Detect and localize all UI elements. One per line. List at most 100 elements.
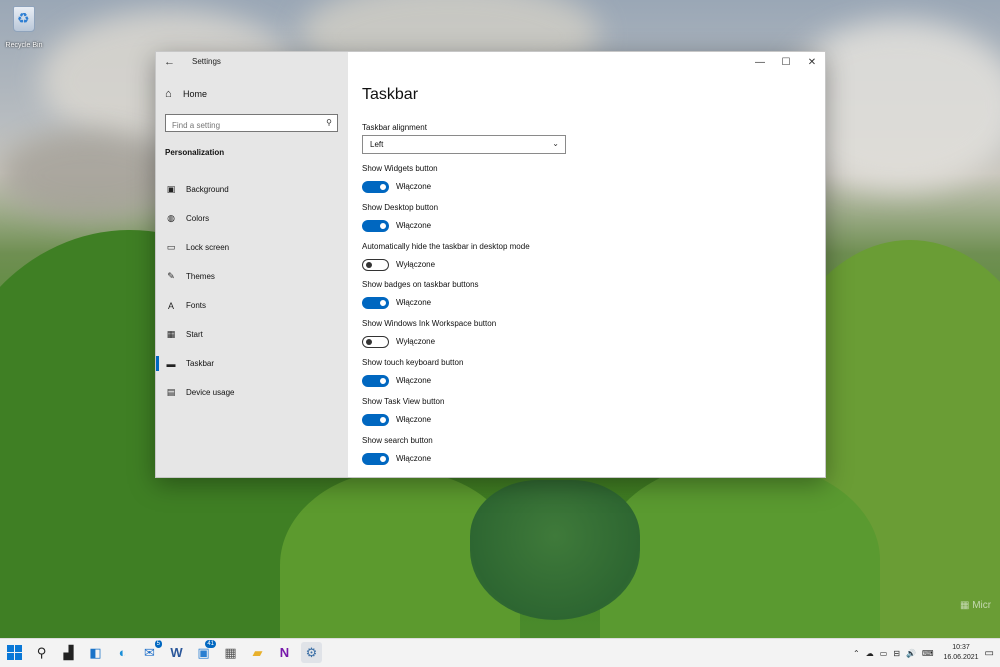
sidebar-item-themes[interactable]: ✎ Themes <box>156 262 348 291</box>
alignment-value: Left <box>370 140 384 149</box>
start-icon[interactable] <box>4 642 25 663</box>
sidebar-nav: ▣ Background ◍ Colors ▭ Lock screen ✎ Themes A Fo… <box>156 175 348 407</box>
setting-toggle[interactable] <box>362 452 389 465</box>
setting-label: Show search button <box>362 435 433 445</box>
setting-label: Show touch keyboard button <box>362 358 464 367</box>
toggle-knob <box>380 184 386 190</box>
sidebar-item-label: Background <box>186 185 229 194</box>
onedrive-icon[interactable]: ☁ <box>866 649 874 658</box>
toggle-knob <box>366 339 372 346</box>
recycle-bin-icon <box>13 6 35 32</box>
start-icon: ▦ <box>166 329 176 339</box>
sidebar-item-fonts[interactable]: A Fonts <box>156 291 348 320</box>
setting-label: Show Task View button <box>362 396 445 406</box>
calculator-icon[interactable]: ▦ <box>220 642 241 663</box>
image-icon: ▣ <box>166 184 176 194</box>
setting-toggle[interactable] <box>362 336 389 349</box>
home-label: Home <box>183 89 208 99</box>
sidebar-item-label: Taskbar <box>186 359 215 368</box>
minimize-button[interactable]: — <box>747 52 773 72</box>
sidebar-item-label: Themes <box>186 272 215 281</box>
search-box[interactable]: ⚲ <box>165 114 338 134</box>
battery-icon[interactable]: ▭ <box>880 649 888 658</box>
notification-badge: 5 <box>154 640 162 648</box>
volume-icon[interactable]: 🔊 <box>906 649 916 658</box>
recycle-bin-desktop-icon[interactable]: Recycle Bin <box>4 4 44 52</box>
search-icon[interactable]: ⚲ <box>326 118 332 127</box>
sidebar-item-label: Start <box>186 330 203 339</box>
clock-date: 16.06.2021 <box>943 654 979 661</box>
mail-icon-glyph: ✉ <box>144 644 155 660</box>
toggle-knob <box>366 261 372 268</box>
sidebar-item-background[interactable]: ▣ Background <box>156 175 348 204</box>
sidebar-item-lock-screen[interactable]: ▭ Lock screen <box>156 233 348 262</box>
sidebar-item-device-usage[interactable]: ▤ Device usage <box>156 378 348 407</box>
lake <box>470 480 640 620</box>
toggle-state-label: Włączone <box>396 182 432 191</box>
toggle-state-label: Włączone <box>396 414 432 424</box>
setting-toggle[interactable] <box>362 375 389 387</box>
toggle-knob <box>380 378 386 384</box>
store-icon[interactable]: ▣ 41 <box>193 640 216 663</box>
toggle-knob <box>380 455 386 462</box>
word-icon[interactable]: W <box>166 642 187 663</box>
edge-icon[interactable]: ◐ <box>112 642 133 663</box>
alignment-label: Taskbar alignment <box>362 123 427 132</box>
notification-icon[interactable]: ▭ <box>985 648 994 659</box>
search-icon[interactable]: ⚲ <box>31 642 52 663</box>
sidebar-item-colors[interactable]: ◍ Colors <box>156 204 348 233</box>
home-link[interactable]: ⌂ Home <box>165 88 208 100</box>
sidebar: ← Settings ⌂ Home ⚲ Personalization ▣ Bac… <box>156 52 348 477</box>
file-explorer-icon[interactable]: ▰ <box>247 642 268 663</box>
sidebar-item-label: Lock screen <box>186 243 230 252</box>
sidebar-item-taskbar[interactable]: ▬ Taskbar <box>156 349 348 378</box>
setting-label: Show Desktop button <box>362 202 439 212</box>
brush-icon: ✎ <box>167 271 175 281</box>
setting-toggle[interactable] <box>362 413 389 426</box>
sidebar-item-start[interactable]: ▦ Start <box>156 320 348 349</box>
setting-toggle[interactable] <box>362 181 389 193</box>
search-input[interactable] <box>166 117 316 134</box>
settings-icon-glyph: ⚙ <box>305 644 318 660</box>
back-arrow-icon[interactable]: ← <box>164 56 175 68</box>
word-icon-glyph: W <box>170 645 183 660</box>
sidebar-item-label: Fonts <box>186 301 207 310</box>
show-hidden-icons-icon[interactable]: ⌃ <box>853 649 860 658</box>
toggle-knob <box>380 222 386 229</box>
close-button[interactable]: ✕ <box>799 52 825 72</box>
home-icon: ⌂ <box>165 88 172 100</box>
onenote-icon[interactable]: N <box>274 642 295 663</box>
mail-icon[interactable]: ✉ 5 <box>139 640 162 663</box>
window-controls: — ☐ ✕ <box>747 52 825 72</box>
title-bar: ← Settings <box>156 52 348 72</box>
taskbar: ⚲ ▟ ◧ ◐ ✉ 5 W ▣ 41 ▦ ▰ N ⚙ ⌃ ☁ ▭ ⊟ 🔊 ⌨ 10:37 16.06.2021 ▭ <box>0 638 1000 667</box>
task-view-icon[interactable]: ▟ <box>58 642 79 663</box>
clock-time: 10:37 <box>952 644 970 651</box>
settings-icon[interactable]: ⚙ <box>301 642 322 663</box>
watermark-text: ▦ Micr <box>960 600 992 611</box>
device-icon: ▤ <box>166 387 176 397</box>
widgets-icon[interactable]: ◧ <box>85 642 106 663</box>
task-view-icon-glyph: ▟ <box>63 644 74 660</box>
setting-label: Automatically hide the taskbar in deskto… <box>362 241 530 251</box>
network-icon[interactable]: ⊟ <box>893 649 900 658</box>
toggle-state-label: Włączone <box>396 376 432 385</box>
file-explorer-icon-glyph: ▰ <box>252 644 263 660</box>
section-heading: Personalization <box>165 148 225 157</box>
maximize-button[interactable]: ☐ <box>773 52 799 72</box>
search-icon-glyph: ⚲ <box>36 644 47 660</box>
onenote-icon-glyph: N <box>279 645 290 660</box>
setting-toggle[interactable] <box>362 258 389 271</box>
keyboard-icon[interactable]: ⌨ <box>922 649 934 658</box>
font-icon: A <box>167 300 174 311</box>
taskbar-apps: ⚲ ▟ ◧ ◐ ✉ 5 W ▣ 41 ▦ ▰ N ⚙ <box>4 640 322 663</box>
main-content: — ☐ ✕ Taskbar Taskbar alignment Left ⌄ S… <box>348 52 825 477</box>
toggle-state-label: Włączone <box>396 453 432 463</box>
toggle-state-label: Włączone <box>396 298 432 308</box>
setting-toggle[interactable] <box>362 297 389 310</box>
system-tray: ⌃ ☁ ▭ ⊟ 🔊 ⌨ 10:37 16.06.2021 ▭ <box>853 643 994 663</box>
toggle-knob <box>380 416 386 423</box>
clock[interactable]: 10:37 16.06.2021 <box>944 643 979 663</box>
alignment-dropdown[interactable]: Left ⌄ <box>362 135 566 154</box>
setting-toggle[interactable] <box>362 219 389 232</box>
